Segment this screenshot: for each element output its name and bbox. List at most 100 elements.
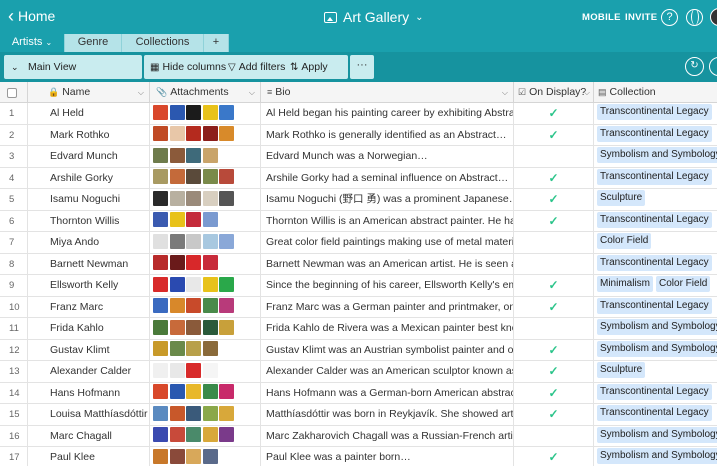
attachment-thumbnail[interactable] — [153, 190, 168, 206]
on-display-cell[interactable]: ✓ — [514, 361, 594, 382]
collection-tag[interactable]: Symbolism and Symbology — [597, 340, 717, 357]
bio-cell[interactable]: Since the beginning of his career, Ellsw… — [261, 275, 514, 296]
on-display-cell[interactable]: ✓ — [514, 382, 594, 404]
attachment-thumbnail[interactable] — [169, 427, 185, 443]
attachment-thumbnail[interactable] — [169, 190, 185, 206]
on-display-cell[interactable]: ✓ — [514, 296, 594, 318]
collection-tag[interactable]: Transcontinental Legacy — [597, 254, 712, 271]
attachment-thumbnail[interactable] — [219, 298, 234, 314]
attachment-thumbnail[interactable] — [202, 212, 218, 228]
tab-artists[interactable]: Artists ⌄ — [0, 34, 65, 52]
attachment-thumbnail[interactable] — [153, 104, 168, 120]
attachment-thumbnail[interactable] — [219, 169, 234, 185]
on-display-cell[interactable]: ✓ — [514, 275, 594, 296]
attachment-thumbnail[interactable] — [169, 233, 185, 249]
table-row[interactable]: 15 Louisa Matthíasdóttir Matthíasdóttir wa… — [0, 404, 717, 426]
artist-name-cell[interactable]: Mark Rothko — [28, 124, 150, 146]
attachment-thumbnail[interactable] — [186, 427, 201, 443]
attachments-cell[interactable] — [150, 425, 261, 447]
bio-cell[interactable]: Edvard Munch was a Norwegian… — [261, 146, 514, 167]
collection-cell[interactable]: Sculpture — [594, 189, 717, 210]
chevron-down-icon[interactable]: ⌵ — [584, 82, 590, 103]
artist-name-cell[interactable]: Barnett Newman — [28, 253, 150, 275]
chevron-down-icon[interactable]: ⌵ — [138, 82, 144, 103]
bio-cell[interactable]: Matthíasdóttir was born in Reykjavík. Sh… — [261, 404, 514, 425]
collection-tag[interactable]: Transcontinental Legacy — [597, 104, 712, 121]
artist-name-cell[interactable]: Arshile Gorky — [28, 167, 150, 189]
attachment-thumbnail[interactable] — [219, 319, 234, 335]
attachments-cell[interactable] — [150, 447, 261, 466]
collection-cell[interactable]: Minimalism Color Field — [594, 275, 717, 296]
attachment-thumbnail[interactable] — [186, 104, 201, 120]
collection-cell[interactable]: Transcontinental Legacy — [594, 383, 717, 404]
bio-cell[interactable]: Gustav Klimt was an Austrian symbolist p… — [261, 339, 514, 361]
bio-cell[interactable]: Mark Rothko is generally identified as a… — [261, 124, 514, 146]
more-options-button[interactable]: ··· — [350, 55, 374, 79]
attachment-thumbnail[interactable] — [202, 448, 218, 464]
artist-name-cell[interactable]: Marc Chagall — [28, 425, 150, 447]
attachments-cell[interactable] — [150, 103, 261, 124]
attachment-thumbnail[interactable] — [202, 427, 218, 443]
attachment-thumbnail[interactable] — [202, 255, 218, 271]
bio-cell[interactable]: Alexander Calder was an American sculpto… — [261, 361, 514, 382]
attachment-thumbnail[interactable] — [153, 427, 168, 443]
help-icon[interactable]: ? — [661, 9, 678, 26]
attachments-cell[interactable] — [150, 189, 261, 210]
column-header-attachments[interactable]: 📎 Attachments ⌵ — [150, 82, 261, 103]
collection-cell[interactable]: Transcontinental Legacy — [594, 297, 717, 318]
attachment-thumbnail[interactable] — [186, 384, 201, 400]
collection-tag[interactable]: Symbolism and Symbology — [597, 426, 717, 443]
collection-cell[interactable]: Color Field — [594, 232, 717, 253]
attachment-thumbnail[interactable] — [153, 319, 168, 335]
attachments-cell[interactable] — [150, 124, 261, 146]
table-row[interactable]: 3 Edvard Munch Edvard Munch was a Norwegia… — [0, 146, 717, 168]
table-row[interactable]: 12 Gustav Klimt Gustav Klimt was an Austri… — [0, 339, 717, 361]
attachment-thumbnail[interactable] — [186, 233, 201, 249]
home-button[interactable]: ‹ Home — [8, 7, 55, 25]
on-display-cell[interactable]: ✓ — [514, 339, 594, 361]
attachment-thumbnail[interactable] — [202, 233, 218, 249]
attachment-thumbnail[interactable] — [219, 104, 234, 120]
attachment-thumbnail[interactable] — [186, 147, 201, 163]
artist-name-cell[interactable]: Hans Hofmann — [28, 382, 150, 404]
attachment-thumbnail[interactable] — [153, 276, 168, 292]
on-display-cell[interactable]: ✓ — [514, 404, 594, 425]
artist-name-cell[interactable]: Ellsworth Kelly — [28, 275, 150, 296]
collection-cell[interactable]: Transcontinental Legacy — [594, 125, 717, 146]
attachments-cell[interactable] — [150, 167, 261, 189]
on-display-cell[interactable]: ✓ — [514, 103, 594, 124]
attachment-thumbnail[interactable] — [186, 319, 201, 335]
attachments-cell[interactable] — [150, 361, 261, 382]
attachment-thumbnail[interactable] — [169, 319, 185, 335]
attachment-thumbnail[interactable] — [169, 212, 185, 228]
attachment-thumbnail[interactable] — [219, 405, 234, 421]
table-row[interactable]: 5 Isamu Noguchi Isamu Noguchi (野口 勇) was a… — [0, 189, 717, 211]
collection-cell[interactable]: Symbolism and Symbology — [594, 426, 717, 447]
attachment-thumbnail[interactable] — [169, 384, 185, 400]
attachment-thumbnail[interactable] — [202, 169, 218, 185]
attachments-cell[interactable] — [150, 382, 261, 404]
attachments-cell[interactable] — [150, 318, 261, 339]
attachment-thumbnail[interactable] — [186, 298, 201, 314]
attachment-thumbnail[interactable] — [169, 126, 185, 142]
attachment-thumbnail[interactable] — [169, 448, 185, 464]
table-row[interactable]: 6 Thornton Willis Thornton Willis is an Am… — [0, 210, 717, 232]
attachment-thumbnail[interactable] — [153, 298, 168, 314]
bio-cell[interactable]: Franz Marc was a German painter and prin… — [261, 296, 514, 318]
collection-cell[interactable]: Transcontinental Legacy — [594, 103, 717, 124]
invite-button[interactable]: INVITE — [625, 12, 657, 23]
table-row[interactable]: 7 Miya Ando Great color field paintings ma… — [0, 232, 717, 254]
collection-cell[interactable]: Sculpture — [594, 361, 717, 382]
table-row[interactable]: 17 Paul Klee Paul Klee was a painter born…… — [0, 447, 717, 466]
attachment-thumbnail[interactable] — [202, 384, 218, 400]
collection-tag[interactable]: Symbolism and Symbology — [597, 448, 717, 465]
attachment-thumbnail[interactable] — [202, 190, 218, 206]
attachment-thumbnail[interactable] — [186, 362, 201, 378]
on-display-cell[interactable] — [514, 232, 594, 253]
attachment-thumbnail[interactable] — [202, 319, 218, 335]
collection-cell[interactable]: Symbolism and Symbology — [594, 318, 717, 339]
collection-cell[interactable]: Symbolism and Symbology — [594, 447, 717, 466]
attachments-cell[interactable] — [150, 404, 261, 425]
bio-cell[interactable]: Hans Hofmann was a German-born American … — [261, 382, 514, 404]
attachments-cell[interactable] — [150, 232, 261, 253]
